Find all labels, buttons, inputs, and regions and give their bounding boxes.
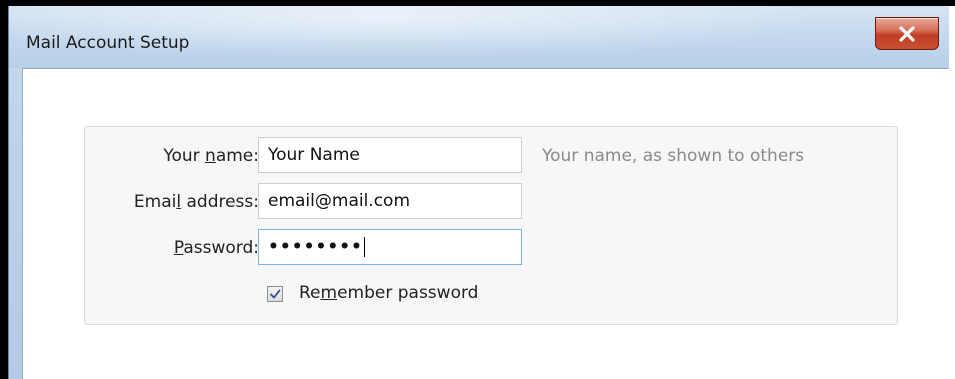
remember-password-label[interactable]: Remember password xyxy=(299,283,478,303)
remember-password-checkbox[interactable] xyxy=(267,286,283,302)
name-label-accelerator: n xyxy=(205,146,216,166)
name-input-value: Your Name xyxy=(268,145,360,165)
email-label: Email address: xyxy=(133,192,259,212)
outer-border-left xyxy=(0,0,8,379)
password-input-value: •••••••• xyxy=(268,237,363,257)
mail-account-setup-window: Mail Account Setup Your name: Your Name … xyxy=(8,6,949,379)
close-icon xyxy=(899,25,915,42)
email-input[interactable]: email@mail.com xyxy=(258,183,522,219)
password-input[interactable]: •••••••• xyxy=(258,229,522,265)
close-button[interactable] xyxy=(875,17,939,50)
remember-label-accelerator: m xyxy=(320,283,338,303)
name-hint: Your name, as shown to others xyxy=(542,146,805,166)
name-label: Your name: xyxy=(163,146,259,166)
account-form-group: Your name: Your Name Your name, as shown… xyxy=(84,126,898,325)
password-label: Password: xyxy=(173,238,259,258)
name-input[interactable]: Your Name xyxy=(258,137,522,173)
checkmark-icon xyxy=(270,289,281,299)
email-input-value: email@mail.com xyxy=(268,191,411,211)
text-caret xyxy=(363,237,365,257)
screenshot-frame: Mail Account Setup Your name: Your Name … xyxy=(0,0,955,379)
password-label-accelerator: P xyxy=(173,238,184,258)
window-title: Mail Account Setup xyxy=(26,33,190,53)
title-bar[interactable]: Mail Account Setup xyxy=(9,6,949,68)
dialog-client-area: Your name: Your Name Your name, as shown… xyxy=(22,68,949,379)
